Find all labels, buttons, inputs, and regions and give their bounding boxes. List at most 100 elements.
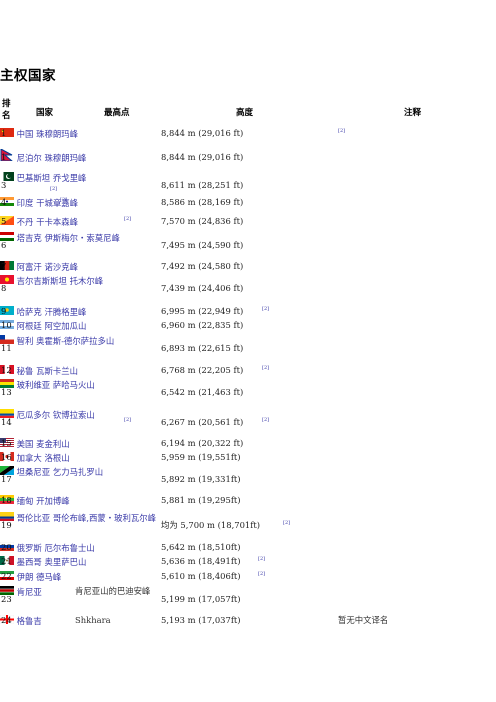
height-cell: 5,193 m (17,037ft) — [161, 615, 241, 625]
rank-cell: 19 — [1, 520, 12, 530]
peak-link[interactable]: 开加博峰 — [36, 496, 70, 506]
country-link[interactable]: 阿富汗 — [17, 262, 42, 272]
country-link[interactable]: 智利 — [17, 336, 34, 346]
peak-link[interactable]: 干城章嘉峰 — [36, 198, 78, 208]
rank-cell: 18 — [1, 495, 12, 505]
height-cell: 均为 5,700 m (18,701ft) — [161, 520, 260, 530]
country-link[interactable]: 秘鲁 — [17, 366, 34, 376]
height-cell: 8,844 m (29,016 ft) — [161, 152, 244, 162]
peak-link[interactable]: 瓦斯卡兰山 — [36, 366, 78, 376]
peak-link[interactable]: 乞力马扎罗山 — [53, 467, 103, 477]
rank-cell: 15 — [1, 438, 12, 448]
country-link[interactable]: 阿根廷 — [17, 321, 42, 331]
height-cell: 8,611 m (28,251 ft) — [161, 180, 244, 190]
height-cell: 5,610 m (18,406ft) — [161, 571, 241, 581]
country-link[interactable]: 玻利维亚 — [17, 380, 51, 390]
table-row: 20 俄罗斯 厄尔布鲁士山 5,642 m (18,510ft) — [0, 541, 496, 554]
ref-link[interactable]: [2] — [50, 184, 57, 194]
peak-link[interactable]: 麦金利山 — [36, 439, 70, 449]
rank-cell: 22 — [1, 571, 12, 581]
ref-link[interactable]: [2] — [258, 554, 265, 564]
country-link[interactable]: 坦桑尼亚 — [17, 467, 51, 477]
peak-link[interactable]: 乔戈里峰 — [53, 173, 87, 183]
country-link[interactable]: 印度 — [17, 198, 34, 208]
country-link[interactable]: 吉尔吉斯斯坦 — [17, 276, 67, 286]
ref-link[interactable]: [2] — [124, 214, 131, 224]
height-cell: 5,881 m (19,295ft) — [161, 495, 241, 505]
height-cell: 5,892 m (19,331ft) — [161, 474, 241, 484]
peak-link[interactable]: 奥里萨巴山 — [44, 557, 86, 567]
table-row: 22 伊朗 德马峰 5,610 m (18,406ft) [2] — [0, 571, 496, 583]
height-cell: 8,586 m (28,169 ft) — [161, 197, 244, 207]
peak-link[interactable]: 托木尔峰 — [70, 276, 104, 286]
country-link[interactable]: 美国 — [17, 439, 34, 449]
rank-cell: 20 — [1, 542, 12, 552]
height-cell: 6,960 m (22,835 ft) — [161, 320, 244, 330]
country-link[interactable]: 不丹 — [17, 217, 34, 227]
peak-link[interactable]: 诺沙克峰 — [44, 262, 78, 272]
table-row: 8 吉尔吉斯斯坦 托木尔峰 7,439 m (24,406 ft) — [0, 275, 496, 301]
peak-link[interactable]: 干卡本森峰 — [36, 217, 78, 227]
ref-link[interactable]: [2] — [283, 518, 290, 528]
rank-cell: 1 — [1, 152, 7, 162]
country-link[interactable]: 哈萨克 — [17, 307, 42, 317]
peak-link[interactable]: 珠穆朗玛峰 — [36, 129, 78, 139]
country-link[interactable]: 厄瓜多尔 — [17, 410, 51, 420]
header-country: 国家 — [36, 108, 54, 118]
country-link[interactable]: 墨西哥 — [17, 557, 42, 567]
rank-cell: 1 — [1, 128, 7, 138]
rank-cell: 21 — [1, 556, 12, 566]
peak-link[interactable]: 奥霍斯-德尔萨拉多山 — [36, 336, 114, 346]
rank-cell: 4 — [1, 197, 7, 207]
peak-link[interactable]: 伊斯梅尔・索莫尼峰 — [44, 233, 119, 243]
peak-link[interactable]: 珠穆朗玛峰 — [44, 153, 86, 163]
ref-link[interactable]: [2] — [60, 195, 67, 205]
peak-link[interactable]: 德马峰 — [36, 572, 61, 582]
height-cell: 6,995 m (22,949 ft) — [161, 306, 244, 316]
table-row: 1 中国 珠穆朗玛峰 8,844 m (29,016 ft) [2] — [0, 128, 496, 146]
table-row: 23 肯尼亚 肯尼亚山的巴迪安峰 5,199 m (17,057ft) — [0, 586, 496, 612]
height-cell: 6,768 m (22,205 ft) — [161, 365, 244, 375]
country-link[interactable]: 尼泊尔 — [17, 153, 42, 163]
ref-link[interactable]: [2] — [262, 304, 269, 314]
page-title: 主权国家 — [0, 68, 56, 84]
table-row: 18 缅甸 开加博峰 5,881 m (19,295ft) — [0, 495, 496, 507]
table-row: 15 美国 麦金利山 6,194 m (20,322 ft) — [0, 438, 496, 450]
table-row: 14 厄瓜多尔 钦博拉索山 [2] 6,267 m (20,561 ft) [2… — [0, 409, 496, 435]
table-row: 10 阿根廷 阿空加瓜山 6,960 m (22,835 ft) — [0, 320, 496, 332]
rank-cell: 7 — [1, 261, 7, 271]
height-cell: 5,642 m (18,510ft) — [161, 542, 241, 552]
table-row: 9 哈萨克 汗腾格里峰 6,995 m (22,949 ft) [2] — [0, 306, 496, 318]
country-link[interactable]: 伊朗 — [17, 572, 34, 582]
ref-link[interactable]: [2] — [262, 415, 269, 425]
peak-link[interactable]: 哥伦布峰,西蒙・玻利瓦尔峰 — [53, 513, 156, 523]
ref-link[interactable]: [2] — [258, 569, 265, 579]
peak-link[interactable]: 汗腾格里峰 — [44, 307, 86, 317]
ref-link[interactable]: [2] — [338, 126, 345, 136]
country-link[interactable]: 俄罗斯 — [17, 543, 42, 553]
rank-cell: 24 — [1, 615, 12, 625]
height-cell: 6,542 m (21,463 ft) — [161, 387, 244, 397]
table-row: 21 墨西哥 奥里萨巴山 5,636 m (18,491ft) [2] — [0, 556, 496, 568]
peak-link[interactable]: 钦博拉索山 — [53, 410, 95, 420]
peak-link[interactable]: 厄尔布鲁士山 — [44, 543, 94, 553]
ref-link[interactable]: [2] — [262, 363, 269, 373]
ref-link[interactable]: [2] — [124, 415, 131, 425]
table-row: 5 不丹 干卡本森峰 [2] 7,570 m (24,836 ft) — [0, 216, 496, 228]
height-cell: 6,194 m (20,322 ft) — [161, 438, 244, 448]
country-link[interactable]: 巴基斯坦 — [17, 173, 51, 183]
height-cell: 5,959 m (19,551ft) — [161, 452, 241, 462]
country-link[interactable]: 哥伦比亚 — [17, 513, 51, 523]
peak-cell: Shkhara — [75, 615, 111, 625]
rank-cell: 9 — [1, 306, 7, 316]
peak-link[interactable]: 萨哈马火山 — [53, 380, 95, 390]
country-link[interactable]: 缅甸 — [17, 496, 34, 506]
country-link[interactable]: 加拿大 — [17, 453, 42, 463]
country-link[interactable]: 格鲁吉 — [17, 616, 42, 626]
country-link[interactable]: 中国 — [17, 129, 34, 139]
country-link[interactable]: 塔吉克 — [17, 233, 42, 243]
country-link[interactable]: 肯尼亚 — [17, 587, 42, 597]
peak-link[interactable]: 洛根山 — [44, 453, 69, 463]
table-row: 3 巴基斯坦 [2] 乔戈里峰 8,611 m (28,251 ft) — [0, 172, 496, 198]
peak-link[interactable]: 阿空加瓜山 — [44, 321, 86, 331]
